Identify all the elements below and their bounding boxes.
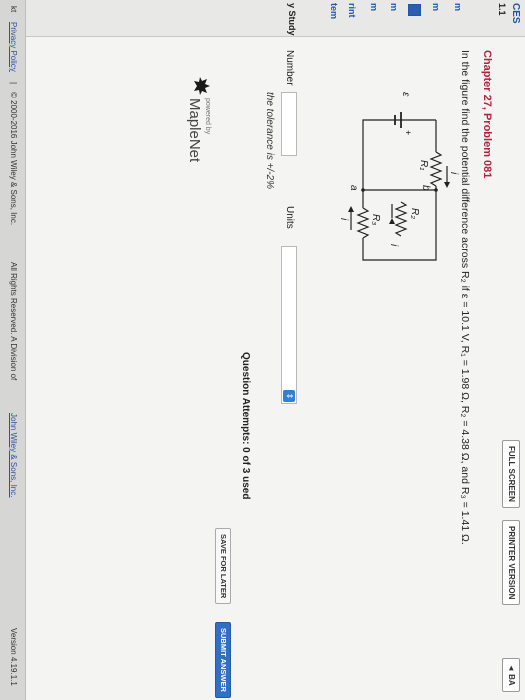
r3-label: R₃ [370, 214, 381, 226]
powered-by-text: powered by [204, 98, 211, 135]
circuit-figure: ε + b a R₁ R₂ R₃ i i i [336, 48, 459, 328]
printer-version-button[interactable]: PRINTER VERSION [502, 520, 520, 606]
maple-leaf-icon [194, 77, 210, 95]
maplenet-logo-text: MapleNet [186, 98, 203, 163]
copyright-text: © 2000-2016 John Wiley & Sons, Inc. [9, 92, 18, 226]
plus-label: + [403, 130, 413, 136]
nav-item-problem[interactable]: tem [329, 3, 339, 19]
number-input[interactable] [281, 92, 297, 156]
back-button[interactable]: ◄ BA [502, 658, 520, 692]
current-label-bottom: i [338, 218, 349, 221]
question-text: In the figure find the potential differe… [459, 50, 471, 545]
r2-label: R₂ [409, 208, 420, 220]
current-label-middle: i [388, 244, 399, 247]
nav-number: 1.1 [497, 3, 507, 16]
nav-title: CES [510, 3, 521, 24]
nav-item-print[interactable]: rint [347, 3, 357, 18]
tolerance-note: the tolerance is +/-2% [264, 92, 275, 189]
question-panel: Chapter 27, Problem 081 In the figure fi… [25, 36, 499, 700]
footer-separator: | [9, 82, 18, 85]
footer-left-text: kt [9, 6, 18, 13]
units-label: Units [284, 206, 295, 229]
nav-item-3[interactable]: m [389, 3, 399, 11]
rights-text: All Rights Reserved. A Division of [9, 262, 18, 381]
version-text: Version 4.19.1.1 [9, 628, 18, 686]
screen: CES 1.1 m m m m rint tem y Study FULL SC… [0, 0, 525, 700]
units-select[interactable]: ⇕ [281, 246, 297, 404]
submit-answer-button[interactable]: SUBMIT ANSWER [215, 622, 231, 698]
full-screen-button[interactable]: FULL SCREEN [502, 440, 520, 508]
arrowhead-middle [389, 218, 395, 224]
nav-study[interactable]: y Study [287, 3, 297, 36]
privacy-policy-link[interactable]: Privacy Policy [9, 22, 18, 72]
node-a-label: a [348, 185, 359, 191]
nav-item-2[interactable]: m [431, 3, 441, 11]
r1-label: R₁ [418, 160, 429, 171]
left-navigation: CES 1.1 m m m m rint tem y Study [25, 0, 525, 37]
nav-item-1[interactable]: m [453, 3, 463, 11]
junction-b [434, 188, 438, 192]
attempts-status: Question Attempts: 0 of 3 used [240, 352, 251, 500]
arrowhead-top [444, 182, 450, 188]
junction-a [361, 188, 365, 192]
chapter-title: Chapter 27, Problem 081 [481, 50, 493, 179]
nav-item-selected-box[interactable] [408, 4, 421, 16]
number-label: Number [284, 50, 295, 86]
nav-item-4[interactable]: m [369, 3, 379, 11]
wiley-link[interactable]: John Wiley & Sons, Inc. [9, 413, 18, 497]
arrowhead-bottom [348, 206, 354, 212]
save-for-later-button[interactable]: SAVE FOR LATER [215, 528, 231, 605]
emf-label: ε [400, 92, 411, 97]
chevron-updown-icon[interactable]: ⇕ [283, 390, 295, 402]
current-label-top: i [448, 172, 459, 175]
top-toolbar: FULL SCREEN PRINTER VERSION ◄ BA [499, 36, 525, 700]
node-b-label: b [420, 185, 431, 191]
footer: kt Privacy Policy | © 2000-2016 John Wil… [0, 0, 26, 700]
